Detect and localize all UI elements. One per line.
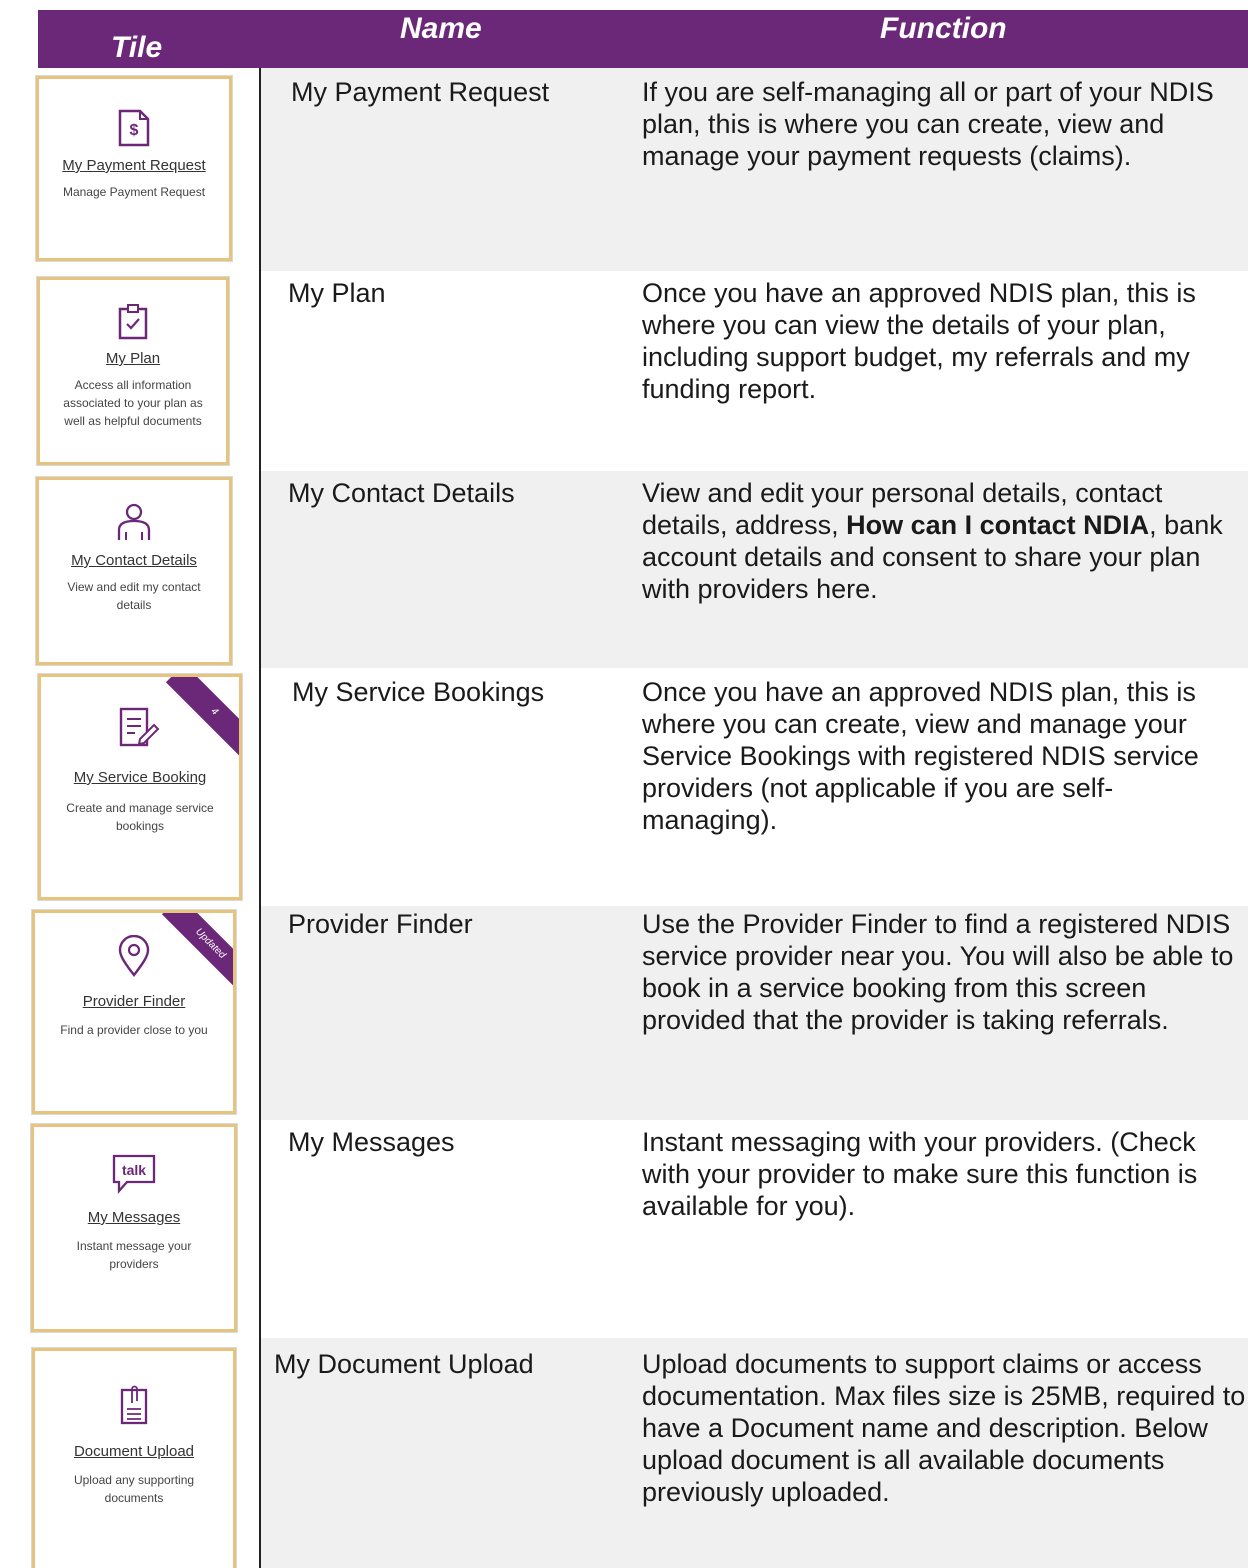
function-cell: Once you have an approved NDIS plan, thi… bbox=[642, 278, 1196, 404]
booking-count-badge: 4 bbox=[165, 677, 239, 761]
document-edit-icon bbox=[119, 707, 160, 747]
function-cell: Use the Provider Finder to find a regist… bbox=[642, 909, 1234, 1035]
table-row: talk My Messages Instant message your pr… bbox=[0, 1120, 1248, 1338]
function-cell: Instant messaging with your providers. (… bbox=[642, 1127, 1198, 1221]
tile-title[interactable]: Provider Finder bbox=[35, 993, 233, 1010]
tile-title[interactable]: My Plan bbox=[40, 350, 226, 367]
name-cell: My Service Bookings bbox=[292, 677, 545, 707]
tile-provider-finder[interactable]: Provider Finder Find a provider close to… bbox=[32, 910, 236, 1114]
talk-bubble-icon: talk bbox=[112, 1154, 156, 1195]
tile-description: Find a provider close to you bbox=[60, 1023, 208, 1037]
tile-description: Manage Payment Request bbox=[62, 185, 206, 199]
tile-my-contact-details[interactable]: My Contact Details View and edit my cont… bbox=[36, 477, 232, 665]
tile-description: Upload any supporting documents bbox=[73, 1473, 195, 1505]
function-cell: Upload documents to support claims or ac… bbox=[642, 1349, 1246, 1507]
header-function: Function bbox=[880, 12, 1007, 45]
contact-ndia-text: How can I contact NDIA bbox=[846, 510, 1150, 540]
table-row: Provider Finder Find a provider close to… bbox=[0, 906, 1248, 1120]
function-cell: If you are self-managing all or part of … bbox=[642, 77, 1214, 171]
tile-my-service-booking[interactable]: My Service Booking Create and manage ser… bbox=[38, 674, 242, 900]
tile-description: Create and manage service bookings bbox=[66, 801, 214, 833]
dollar-glyph: $ bbox=[130, 122, 139, 139]
table-row: My Contact Details View and edit my cont… bbox=[0, 471, 1248, 668]
function-cell: Once you have an approved NDIS plan, thi… bbox=[642, 677, 1199, 835]
updated-badge: Updated bbox=[161, 913, 233, 993]
table-row: My Plan Access all information associate… bbox=[0, 271, 1248, 471]
tile-my-plan[interactable]: My Plan Access all information associate… bbox=[37, 277, 229, 465]
tile-title[interactable]: My Service Booking bbox=[41, 769, 239, 786]
name-cell: My Document Upload bbox=[274, 1349, 534, 1379]
table-row: My Service Booking Create and manage ser… bbox=[0, 668, 1248, 906]
table-row: $ My Payment Request Manage Payment Requ… bbox=[0, 68, 1248, 271]
tile-description: Access all information associated to you… bbox=[63, 378, 203, 428]
clipboard-check-icon bbox=[118, 304, 148, 340]
name-cell: My Payment Request bbox=[291, 77, 550, 107]
tile-title[interactable]: My Payment Request bbox=[39, 157, 229, 174]
tile-title[interactable]: My Contact Details bbox=[39, 552, 229, 569]
tile-title[interactable]: Document Upload bbox=[35, 1443, 233, 1460]
tile-my-payment-request[interactable]: $ My Payment Request Manage Payment Requ… bbox=[36, 76, 232, 261]
tile-document-upload[interactable]: Document Upload Upload any supporting do… bbox=[32, 1348, 236, 1568]
tile-title[interactable]: My Messages bbox=[34, 1209, 234, 1226]
name-cell: My Plan bbox=[288, 278, 386, 308]
function-cell: View and edit your personal details, con… bbox=[642, 477, 1246, 605]
table-row: Document Upload Upload any supporting do… bbox=[0, 1338, 1248, 1568]
dollar-document-icon: $ bbox=[118, 109, 150, 147]
tile-description: Instant message your providers bbox=[76, 1239, 192, 1271]
header-name: Name bbox=[400, 12, 482, 45]
table-header: Tile Name Function bbox=[38, 10, 1248, 68]
name-cell: My Contact Details bbox=[288, 478, 515, 508]
tile-description: View and edit my contact details bbox=[67, 580, 201, 612]
talk-glyph: talk bbox=[122, 1162, 146, 1178]
name-cell: My Messages bbox=[288, 1127, 455, 1157]
header-tile: Tile bbox=[111, 31, 163, 64]
map-pin-icon bbox=[118, 935, 150, 977]
name-cell: Provider Finder bbox=[288, 909, 473, 939]
tile-my-messages[interactable]: talk My Messages Instant message your pr… bbox=[31, 1124, 237, 1332]
paperclip-document-icon bbox=[120, 1385, 148, 1425]
person-icon bbox=[117, 503, 151, 540]
